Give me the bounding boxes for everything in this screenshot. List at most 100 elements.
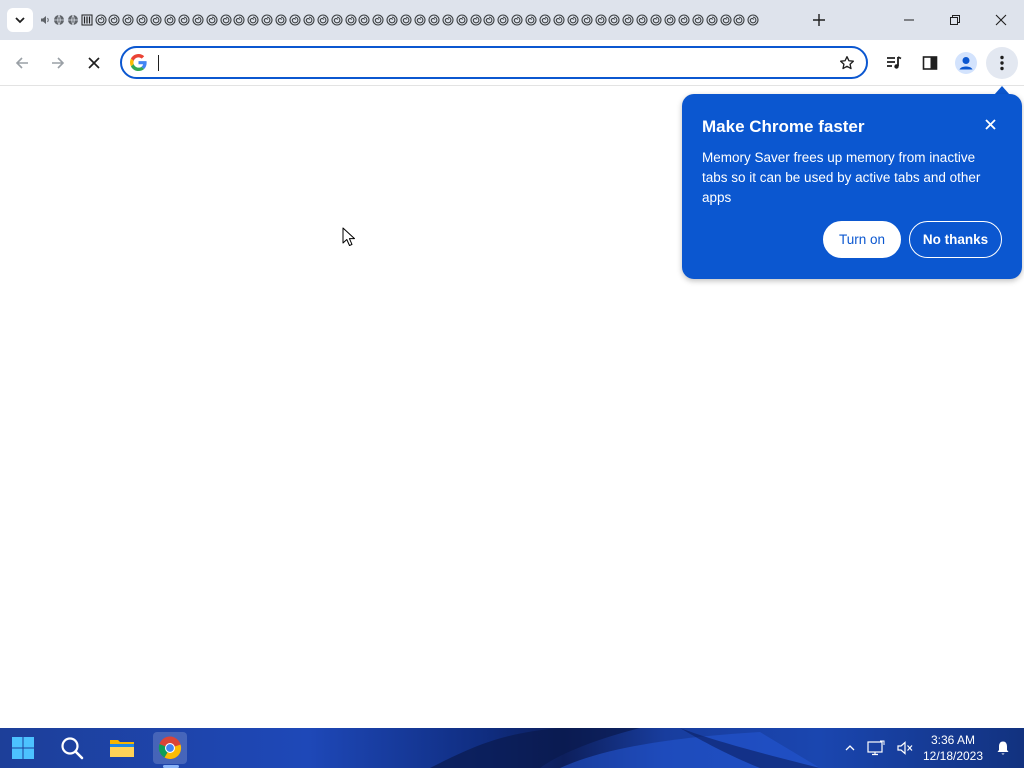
tab[interactable] [483,12,497,28]
tab[interactable] [649,12,663,28]
tab[interactable] [677,12,691,28]
tab[interactable] [580,12,594,28]
tab[interactable] [635,12,649,28]
tab[interactable] [357,12,371,28]
tab-search-button[interactable] [7,8,33,32]
close-window-button[interactable] [978,0,1024,40]
address-input[interactable] [156,52,826,74]
minimize-button[interactable] [886,0,932,40]
spiral-icon [567,14,579,26]
back-button[interactable] [6,47,38,79]
spiral-icon [289,14,301,26]
turn-on-button[interactable]: Turn on [823,221,901,258]
tab[interactable] [66,12,80,28]
close-icon [995,14,1007,26]
media-controls-button[interactable] [878,47,910,79]
tab[interactable] [469,12,483,28]
tab[interactable] [538,12,552,28]
profile-button[interactable] [950,47,982,79]
spiral-icon [483,14,495,26]
chrome-menu-button[interactable] [986,47,1018,79]
start-button[interactable] [6,732,40,764]
tab[interactable] [621,12,635,28]
tab[interactable] [496,12,510,28]
tab[interactable] [413,12,427,28]
spiral-icon [608,14,621,26]
volume-tray-button[interactable] [895,738,915,758]
tab[interactable] [121,12,135,28]
close-icon [88,57,100,69]
tab[interactable] [524,12,538,28]
tab[interactable] [705,12,719,28]
tab[interactable] [510,12,524,28]
no-thanks-button[interactable]: No thanks [909,221,1002,258]
tab[interactable] [205,12,219,28]
bubble-body-text: Memory Saver frees up memory from inacti… [702,150,981,205]
tab[interactable] [135,12,149,28]
tab[interactable] [246,12,260,28]
tab[interactable] [455,12,469,28]
spiral-icon [108,14,120,26]
tab[interactable] [566,12,580,28]
stop-loading-button[interactable] [78,47,110,79]
bubble-close-button[interactable] [980,114,1000,134]
profile-avatar-icon [955,52,977,74]
tab[interactable] [163,12,177,28]
tab[interactable] [344,12,358,28]
tab[interactable] [191,12,205,28]
notifications-button[interactable] [993,738,1013,758]
network-tray-button[interactable] [866,738,886,758]
taskbar-search-button[interactable] [55,732,89,764]
tab[interactable] [594,12,608,28]
tab[interactable] [316,12,330,28]
speaker-icon [40,16,49,24]
bubble-title: Make Chrome faster [702,117,865,136]
tab[interactable] [385,12,399,28]
omnibox[interactable] [120,46,868,79]
taskbar-clock[interactable]: 3:36 AM 12/18/2023 [918,732,988,764]
tab[interactable] [746,12,760,28]
forward-button[interactable] [42,47,74,79]
tab[interactable] [733,12,747,28]
tab[interactable] [52,12,66,28]
spiral-icon [539,14,551,26]
tab[interactable] [399,12,413,28]
tab[interactable] [691,12,705,28]
tab[interactable] [608,12,622,28]
tab[interactable] [427,12,441,28]
tab[interactable] [260,12,274,28]
spiral-icon [219,14,232,26]
tab[interactable] [274,12,288,28]
side-panel-button[interactable] [914,47,946,79]
tab[interactable] [232,12,246,28]
tab[interactable] [219,12,233,28]
restore-button[interactable] [932,0,978,40]
tab[interactable] [663,12,677,28]
tab[interactable] [719,12,733,28]
tab[interactable] [38,12,52,28]
tab[interactable] [302,12,316,28]
file-explorer-button[interactable] [105,732,139,764]
tab[interactable] [441,12,455,28]
spiral-icon [595,14,607,26]
tab[interactable] [94,12,108,28]
new-tab-button[interactable] [806,8,832,32]
chevron-down-icon [15,17,25,24]
show-hidden-icons-button[interactable] [840,738,860,758]
tab[interactable] [177,12,191,28]
spiral-icon [678,14,690,26]
tab[interactable] [80,12,94,28]
tab[interactable] [149,12,163,28]
tab[interactable] [371,12,385,28]
tab[interactable] [552,12,566,28]
spiral-icon [136,14,148,26]
tab[interactable] [107,12,121,28]
chrome-taskbar-button[interactable] [153,732,187,764]
globe-icon [53,14,64,26]
tab[interactable] [288,12,302,28]
tab[interactable] [330,12,344,28]
bookmark-star-button[interactable] [836,52,858,74]
close-icon [984,118,996,130]
spiral-icon [414,14,426,26]
spiral-icon [400,14,412,26]
